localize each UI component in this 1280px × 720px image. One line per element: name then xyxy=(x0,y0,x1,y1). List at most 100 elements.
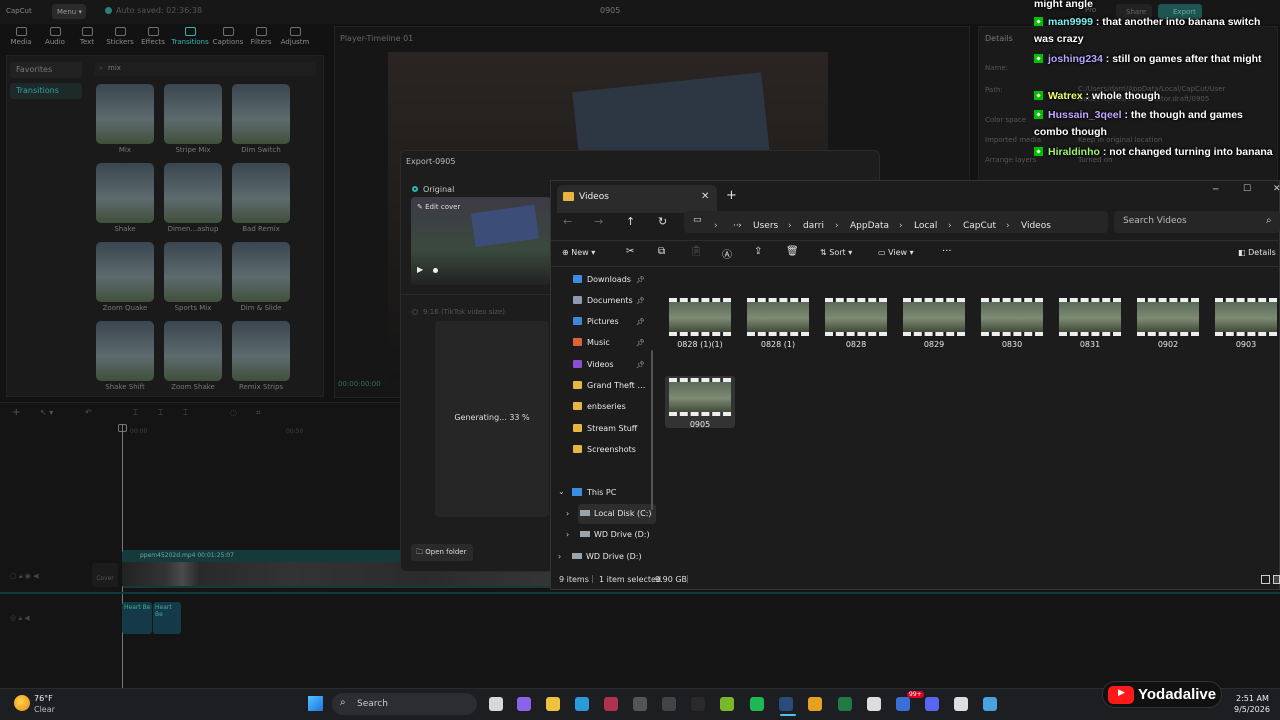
split-icon[interactable]: ⌶ xyxy=(133,408,138,418)
transition-thumb[interactable] xyxy=(164,242,222,302)
file-explorer-icon[interactable] xyxy=(546,697,560,711)
preview-scrubber[interactable] xyxy=(433,268,438,273)
nav-item[interactable]: Music 📌︎ xyxy=(560,333,650,353)
copy-icon[interactable]: ⧉ xyxy=(658,246,665,257)
capcut-icon[interactable] xyxy=(867,697,881,711)
file-item[interactable]: 0902 xyxy=(1133,298,1203,349)
transition-thumb[interactable] xyxy=(96,163,154,223)
vpn-icon[interactable] xyxy=(896,697,910,711)
nav-item[interactable]: Videos 📌︎ xyxy=(560,355,650,375)
photos-icon[interactable] xyxy=(983,697,997,711)
file-item[interactable]: 0828 (1)(1) xyxy=(665,298,735,349)
track-lock-icon[interactable]: ▢ 🔒︎ ◉ ◀︎ xyxy=(10,572,39,581)
nav-item[interactable]: Documents 📌︎ xyxy=(560,291,650,311)
rename-icon[interactable]: Ⓐ xyxy=(722,246,732,261)
menu-button[interactable]: Menu ▾ xyxy=(52,4,86,19)
tool-media[interactable]: Media xyxy=(4,27,38,46)
play-icon[interactable]: ▶ xyxy=(417,265,423,274)
expand-chevron-icon[interactable]: › xyxy=(558,552,561,561)
weather-icon[interactable] xyxy=(14,695,30,711)
select-tool-icon[interactable]: ↖ ▾ xyxy=(40,408,53,417)
tool-text[interactable]: Text xyxy=(70,27,104,46)
nav-drive[interactable]: WD Drive (D:) xyxy=(578,525,658,545)
breadcrumb-item[interactable]: Users xyxy=(753,221,778,231)
file-item[interactable]: 0828 xyxy=(821,298,891,349)
transition-thumb[interactable] xyxy=(164,84,222,144)
chrome-icon[interactable] xyxy=(808,697,822,711)
tool-stickers[interactable]: Stickers xyxy=(103,27,137,46)
transition-thumb[interactable] xyxy=(164,321,222,381)
back-icon[interactable]: ← xyxy=(563,215,572,228)
mark-icon[interactable]: ◌ xyxy=(230,408,237,417)
transition-thumb[interactable] xyxy=(96,84,154,144)
audio-clip-1[interactable]: Heart Be xyxy=(122,602,152,634)
file-item[interactable]: 0905 xyxy=(665,376,735,429)
breadcrumb-item[interactable]: Local xyxy=(914,221,937,231)
gta-icon[interactable] xyxy=(691,697,705,711)
sort-button[interactable]: ⇅ Sort ▾ xyxy=(820,248,852,257)
expand-chevron-icon[interactable]: › xyxy=(566,509,569,518)
tiles-view-toggle-icon[interactable] xyxy=(1273,575,1280,584)
new-tab-icon[interactable]: + xyxy=(726,188,737,203)
add-track-icon[interactable]: + xyxy=(12,407,20,418)
breadcrumb-item[interactable]: darri xyxy=(803,221,824,231)
roblox-icon[interactable] xyxy=(954,697,968,711)
steam-icon[interactable] xyxy=(779,697,793,711)
tool-effects[interactable]: Effects xyxy=(136,27,170,46)
tool-filters[interactable]: Filters xyxy=(244,27,278,46)
trim-right-icon[interactable]: ⌶ xyxy=(183,408,188,418)
undo-icon[interactable]: ↶ xyxy=(85,408,92,417)
tool-transitions[interactable]: Transitions xyxy=(170,27,210,46)
paste-icon[interactable]: 📋︎ xyxy=(690,246,703,257)
details-button[interactable]: ◧ Details xyxy=(1238,248,1276,257)
obs-icon[interactable] xyxy=(633,697,647,711)
nav-item[interactable]: Grand Theft Aut xyxy=(560,376,650,396)
transition-thumb[interactable] xyxy=(232,163,290,223)
close-tab-icon[interactable]: ✕ xyxy=(701,191,709,202)
breadcrumb-item[interactable]: CapCut xyxy=(963,221,996,231)
cover-button[interactable]: Cover xyxy=(92,563,118,587)
nav-item[interactable]: Stream Stuff xyxy=(560,419,650,439)
discord-icon[interactable] xyxy=(925,697,939,711)
expand-chevron-icon[interactable]: › xyxy=(566,530,569,539)
sidebar-item-favorites[interactable]: Favorites xyxy=(10,62,82,78)
taskbar-search[interactable]: ⌕ Search xyxy=(332,693,477,715)
close-window-icon[interactable]: ✕ xyxy=(1273,184,1280,194)
nav-this-pc[interactable]: This PC xyxy=(572,483,616,503)
nav-drive[interactable]: WD Drive (D:) xyxy=(570,547,650,567)
tool-captions[interactable]: Captions xyxy=(211,27,245,46)
nav-item[interactable]: Downloads 📌︎ xyxy=(560,270,650,290)
elgato-icon[interactable] xyxy=(662,697,676,711)
nav-scrollbar[interactable] xyxy=(651,350,653,510)
excel-icon[interactable] xyxy=(838,697,852,711)
transition-thumb[interactable] xyxy=(232,321,290,381)
nav-item[interactable]: Pictures 📌︎ xyxy=(560,312,650,332)
size-option-radio[interactable] xyxy=(412,309,418,315)
more-button[interactable]: ··· xyxy=(942,246,952,257)
transition-thumb[interactable] xyxy=(232,242,290,302)
view-button[interactable]: ▭ View ▾ xyxy=(878,248,914,257)
playhead-handle[interactable] xyxy=(118,424,127,432)
edge-icon[interactable] xyxy=(575,697,589,711)
trim-left-icon[interactable]: ⌶ xyxy=(158,408,163,418)
expand-chevron-icon[interactable]: ⌄ xyxy=(558,487,565,496)
file-item[interactable]: 0829 xyxy=(899,298,969,349)
share-icon[interactable]: ⇪ xyxy=(754,246,762,257)
audio-track-controls[interactable]: ◎ 🔒︎ ◀︎ xyxy=(10,614,30,623)
tool-audio[interactable]: Audio xyxy=(38,27,72,46)
up-icon[interactable]: ↑ xyxy=(626,215,635,228)
open-folder-button[interactable]: 🗀︎ Open folder xyxy=(411,544,473,561)
nav-item[interactable]: enbseries xyxy=(560,397,650,417)
sidebar-item-transitions[interactable]: Transitions xyxy=(10,83,82,99)
nav-item[interactable]: Screenshots xyxy=(560,440,650,460)
maximize-icon[interactable]: ☐ xyxy=(1243,184,1251,194)
crop-icon[interactable]: ⌗ xyxy=(256,408,261,418)
search-box[interactable]: Search Videos ⌕ xyxy=(1114,211,1280,233)
refresh-icon[interactable]: ↻ xyxy=(658,215,667,228)
start-icon[interactable] xyxy=(308,696,323,711)
nvidia-icon[interactable] xyxy=(720,697,734,711)
forward-icon[interactable]: → xyxy=(594,215,603,228)
file-item[interactable]: 0831 xyxy=(1055,298,1125,349)
file-item[interactable]: 0830 xyxy=(977,298,1047,349)
task-view-icon[interactable] xyxy=(489,697,503,711)
